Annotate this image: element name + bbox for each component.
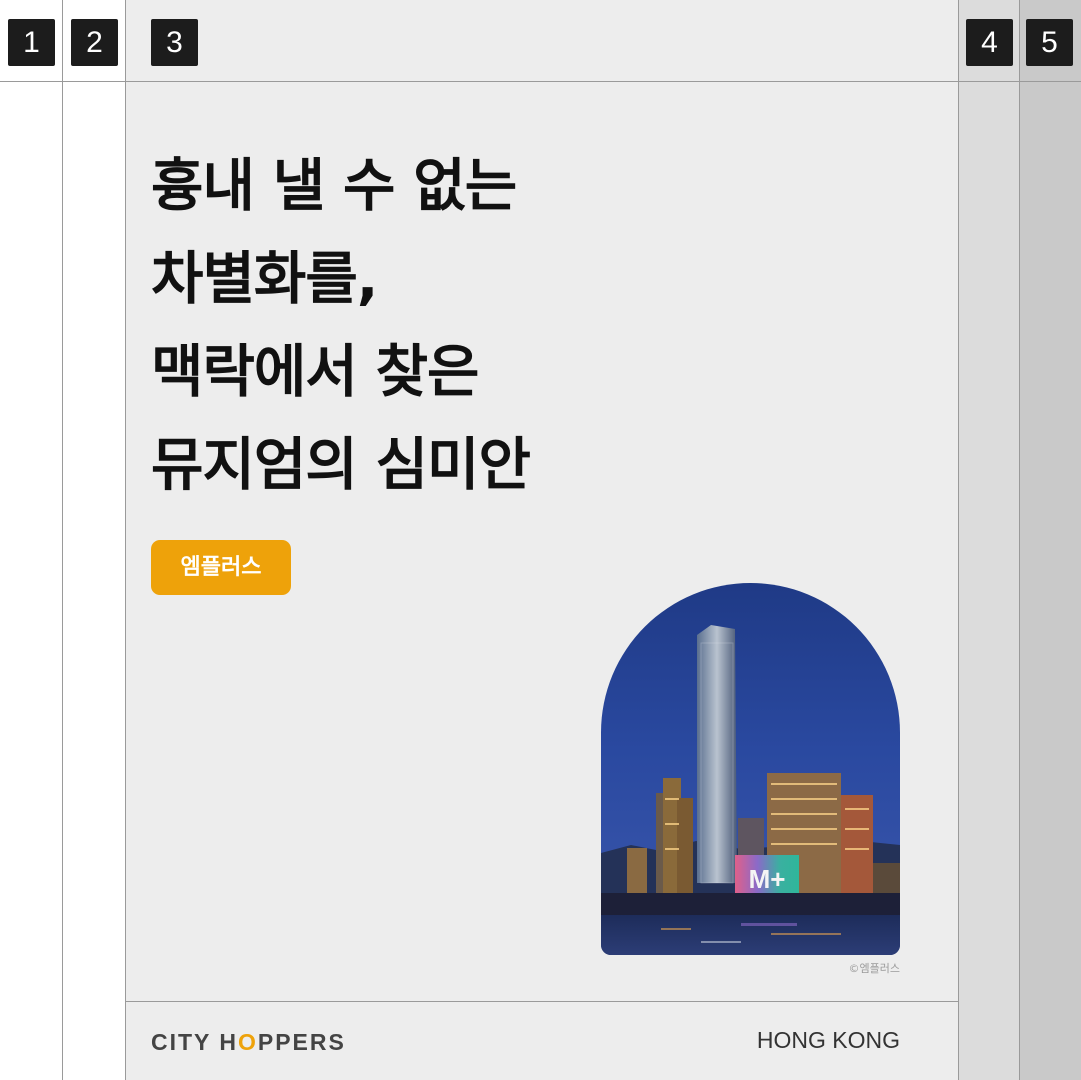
skyline-illustration: M+ [601,625,900,955]
column-2 [63,0,126,1080]
tab-5[interactable]: 5 [1026,19,1073,66]
column-1 [0,0,63,1080]
brand-accent: O [237,1029,258,1055]
headline: 흉내 낼 수 없는 차별화를, 맥락에서 찾은 뮤지엄의 심미안 [151,140,911,512]
location-label: HONG KONG [756,1027,900,1053]
brand-logo[interactable]: CITY HOPPERS [151,1029,346,1056]
headline-line-1: 흉내 낼 수 없는 [151,153,517,219]
header-divider [0,81,1081,82]
headline-line-2: 차별화를, [151,246,378,312]
column-4 [959,0,1020,1080]
tab-4[interactable]: 4 [966,19,1013,66]
brand-suffix: PPERS [257,1029,346,1055]
headline-line-4: 뮤지엄의 심미안 [151,432,531,498]
tab-1[interactable]: 1 [8,19,55,66]
tab-3[interactable]: 3 [151,19,198,66]
category-badge[interactable]: 엠플러스 [151,540,291,595]
photo-credit: ©엠플러스 [848,962,900,975]
headline-line-3: 맥락에서 찾은 [151,339,479,405]
column-5 [1020,0,1081,1080]
museum-photo: M+ [601,583,900,955]
m-plus-sign-text: M+ [749,864,786,894]
tab-2[interactable]: 2 [71,19,118,66]
footer-divider [126,1001,959,1002]
brand-prefix: CITY H [151,1029,238,1055]
